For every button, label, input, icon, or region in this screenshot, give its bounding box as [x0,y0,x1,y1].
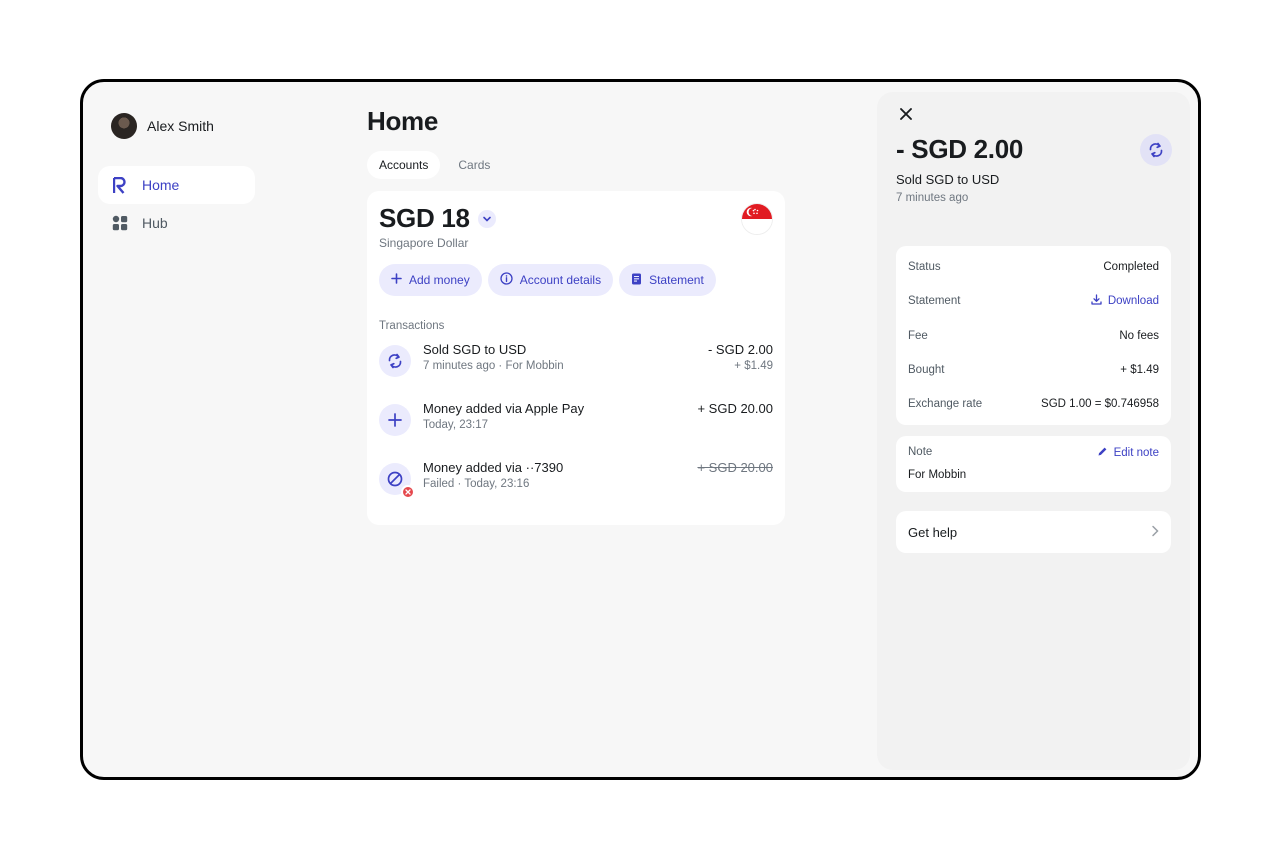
row-value: Completed [1103,261,1159,274]
edit-note-button[interactable]: Edit note [1097,446,1159,460]
info-icon [500,272,513,288]
account-details-button[interactable]: Account details [487,264,614,296]
transaction-row[interactable]: Money added via ··7390 Failed · Today, 2… [379,460,773,519]
singapore-flag-icon [741,203,773,235]
transaction-row[interactable]: Money added via Apple Pay Today, 23:17 +… [379,401,773,460]
transaction-detail-panel: - SGD 2.00 Sold SGD to USD 7 minutes ago… [877,92,1190,770]
chevron-down-icon[interactable] [477,209,496,228]
detail-info-card: Status Completed Statement Download Fee … [896,246,1171,426]
transaction-title: Money added via ··7390 [423,460,564,475]
transaction-subtitle: Failed · Today, 23:16 [423,478,530,490]
page-title: Home [367,106,439,136]
row-value: SGD 1.00 = $0.746958 [1041,398,1159,411]
row-label: Fee [908,329,928,342]
account-balance: SGD 18 [379,203,470,233]
transaction-amount: - SGD 2.00 [707,342,773,357]
edit-note-label: Edit note [1113,447,1159,459]
detail-row-exchange-rate: Exchange rate SGD 1.00 = $0.746958 [908,387,1159,421]
download-icon [1091,294,1102,308]
exchange-icon [379,345,411,377]
account-actions: Add money Account details Statement [379,264,773,296]
user-name: Alex Smith [147,118,214,134]
detail-amount: - SGD 2.00 [896,134,1024,164]
app-window: Alex Smith Home Hub Home Accounts Cards … [80,79,1201,780]
get-help-button[interactable]: Get help [896,511,1171,553]
exchange-icon [1140,134,1172,166]
plus-icon [391,273,402,287]
sidebar-nav: Home Hub [98,166,255,242]
row-value: Download [1107,295,1159,308]
main-content: Home Accounts Cards SGD 18 Singapore Dol… [367,106,785,525]
detail-title: Sold SGD to USD [896,172,1000,187]
currency-name: Singapore Dollar [379,236,469,250]
download-statement-link[interactable]: Download [1091,294,1159,308]
row-label: Bought [908,364,945,377]
row-label: Statement [908,295,961,308]
transaction-subtitle: Today, 23:17 [423,419,489,431]
sidebar-item-label: Home [142,177,180,193]
avatar[interactable] [111,113,137,139]
detail-row-bought: Bought + $1.49 [908,353,1159,387]
chevron-right-icon [1151,525,1159,540]
account-card: SGD 18 Singapore Dollar Add money Accoun… [367,191,785,525]
transaction-amount: + SGD 20.00 [697,460,773,475]
transaction-subtitle: 7 minutes ago · For Mobbin [423,360,564,372]
transaction-row[interactable]: Sold SGD to USD 7 minutes ago · For Mobb… [379,342,773,401]
add-money-button[interactable]: Add money [379,264,482,296]
revolut-logo-icon [112,176,128,194]
statement-label: Statement [649,273,704,287]
detail-row-status: Status Completed [908,250,1159,284]
detail-row-fee: Fee No fees [908,319,1159,353]
sidebar-item-home[interactable]: Home [98,166,255,204]
document-icon [631,273,642,288]
note-card: Note Edit note For Mobbin [896,436,1171,492]
get-help-label: Get help [908,524,958,540]
note-label: Note [908,446,933,458]
account-tabs: Accounts Cards [367,151,785,179]
add-money-label: Add money [409,273,470,287]
transaction-title: Sold SGD to USD [423,342,527,357]
grid-icon [112,214,128,232]
close-icon[interactable] [896,104,916,124]
detail-time: 7 minutes ago [896,192,969,204]
transaction-amount: + SGD 20.00 [697,401,773,416]
row-label: Status [908,261,941,274]
row-label: Exchange rate [908,398,983,411]
tab-cards[interactable]: Cards [446,151,502,179]
detail-row-statement: Statement Download [908,284,1159,318]
transactions-header: Transactions [379,320,445,332]
tab-accounts[interactable]: Accounts [367,151,441,179]
failed-badge-icon [401,485,415,499]
statement-button[interactable]: Statement [619,264,716,296]
blocked-icon [379,463,415,499]
plus-icon [379,404,411,436]
pencil-icon [1097,446,1108,460]
transaction-secondary-amount: + $1.49 [734,360,773,372]
sidebar-item-label: Hub [142,215,168,231]
account-details-label: Account details [519,273,602,287]
note-text: For Mobbin [908,469,967,481]
transaction-title: Money added via Apple Pay [423,401,585,416]
sidebar-item-hub[interactable]: Hub [98,204,255,242]
user-profile[interactable]: Alex Smith [111,113,214,139]
row-value: No fees [1119,329,1159,342]
row-value: + $1.49 [1120,364,1159,377]
